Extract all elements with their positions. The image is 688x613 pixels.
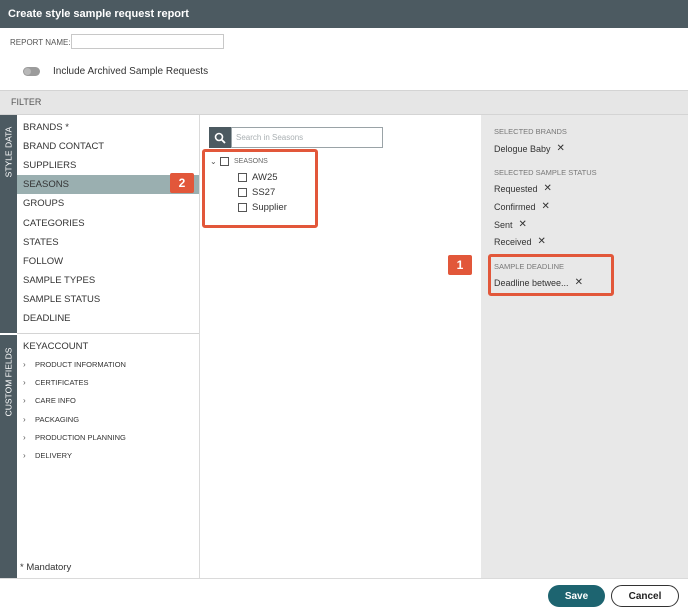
chip-label: Received xyxy=(494,236,532,247)
callout-badge-2: 2 xyxy=(170,173,194,193)
callout-box-1 xyxy=(488,254,614,296)
chevron-right-icon: › xyxy=(23,433,26,442)
custom-field-group-label: DELIVERY xyxy=(35,451,72,460)
custom-field-group-packaging[interactable]: › PACKAGING xyxy=(17,411,199,429)
custom-fields-divider xyxy=(17,333,199,334)
cancel-button[interactable]: Cancel xyxy=(611,585,679,607)
mandatory-note: * Mandatory xyxy=(20,562,72,573)
side-tab-style-data[interactable]: STYLE DATA xyxy=(0,118,17,186)
close-icon[interactable]: ✕ xyxy=(544,183,552,194)
selected-filters-panel: SELECTED BRANDS Delogue Baby ✕ SELECTED … xyxy=(481,115,688,578)
callout-badge-1: 1 xyxy=(448,255,472,275)
close-icon[interactable]: ✕ xyxy=(557,143,565,154)
custom-field-group-certificates[interactable]: › CERTIFICATES xyxy=(17,374,199,392)
custom-field-group-delivery[interactable]: › DELIVERY xyxy=(17,447,199,465)
dialog-title: Create style sample request report xyxy=(0,0,688,28)
side-tab-custom-fields[interactable]: CUSTOM FIELDS xyxy=(0,336,17,428)
chip-label: Sent xyxy=(494,219,513,230)
include-archived-label: Include Archived Sample Requests xyxy=(53,66,209,77)
status-chip-confirmed: Confirmed ✕ xyxy=(494,201,550,212)
custom-field-group-label: CERTIFICATES xyxy=(35,378,89,387)
close-icon[interactable]: ✕ xyxy=(538,236,546,247)
filter-item-deadline[interactable]: DEADLINE xyxy=(17,309,199,328)
filter-section-header: FILTER xyxy=(0,90,688,115)
custom-field-group-label: PACKAGING xyxy=(35,415,80,424)
status-chip-sent: Sent ✕ xyxy=(494,219,527,230)
close-icon[interactable]: ✕ xyxy=(519,219,527,230)
filter-item-sample-types[interactable]: SAMPLE TYPES xyxy=(17,271,199,290)
chevron-right-icon: › xyxy=(23,396,26,405)
chip-label: Confirmed xyxy=(494,201,536,212)
filter-item-states[interactable]: STATES xyxy=(17,233,199,252)
callout-box-2 xyxy=(202,149,318,228)
search-icon xyxy=(214,132,226,144)
side-tab-style-data-label: STYLE DATA xyxy=(3,126,14,178)
search-button[interactable] xyxy=(209,127,231,148)
dialog-footer: Save Cancel xyxy=(0,578,688,613)
filter-item-groups[interactable]: GROUPS xyxy=(17,194,199,213)
custom-field-group-production-planning[interactable]: › PRODUCTION PLANNING xyxy=(17,429,199,447)
selected-brands-heading: SELECTED BRANDS xyxy=(494,127,567,136)
custom-field-group-label: PRODUCT INFORMATION xyxy=(35,360,126,369)
filter-item-brand-contact[interactable]: BRAND CONTACT xyxy=(17,137,199,156)
status-chip-requested: Requested ✕ xyxy=(494,183,552,194)
report-name-input[interactable] xyxy=(71,34,224,49)
report-name-label: REPORT NAME: xyxy=(10,38,71,47)
filter-item-keyaccount[interactable]: KEYACCOUNT xyxy=(17,337,199,356)
side-tab-divider xyxy=(0,333,17,335)
custom-field-group-product-information[interactable]: › PRODUCT INFORMATION xyxy=(17,356,199,374)
custom-field-group-label: CARE INFO xyxy=(35,396,76,405)
custom-field-group-label: PRODUCTION PLANNING xyxy=(35,433,126,442)
custom-field-group-care-info[interactable]: › CARE INFO xyxy=(17,392,199,410)
filter-item-brands[interactable]: BRANDS * xyxy=(17,118,199,137)
side-tab-custom-fields-label: CUSTOM FIELDS xyxy=(3,347,14,417)
selected-status-heading: SELECTED SAMPLE STATUS xyxy=(494,168,597,177)
status-chip-received: Received ✕ xyxy=(494,236,546,247)
filter-item-sample-status[interactable]: SAMPLE STATUS xyxy=(17,290,199,309)
chevron-right-icon: › xyxy=(23,415,26,424)
search-input[interactable] xyxy=(231,127,383,148)
chevron-right-icon: › xyxy=(23,378,26,387)
chip-label: Delogue Baby xyxy=(494,143,551,154)
close-icon[interactable]: ✕ xyxy=(542,201,550,212)
chevron-right-icon: › xyxy=(23,451,26,460)
chevron-right-icon: › xyxy=(23,360,26,369)
chip-label: Requested xyxy=(494,183,538,194)
filter-item-categories[interactable]: CATEGORIES xyxy=(17,214,199,233)
include-archived-toggle[interactable] xyxy=(23,67,40,76)
save-button[interactable]: Save xyxy=(548,585,605,607)
toggle-knob xyxy=(24,68,31,75)
filter-item-follow[interactable]: FOLLOW xyxy=(17,252,199,271)
selected-brand-chip: Delogue Baby ✕ xyxy=(494,143,565,154)
